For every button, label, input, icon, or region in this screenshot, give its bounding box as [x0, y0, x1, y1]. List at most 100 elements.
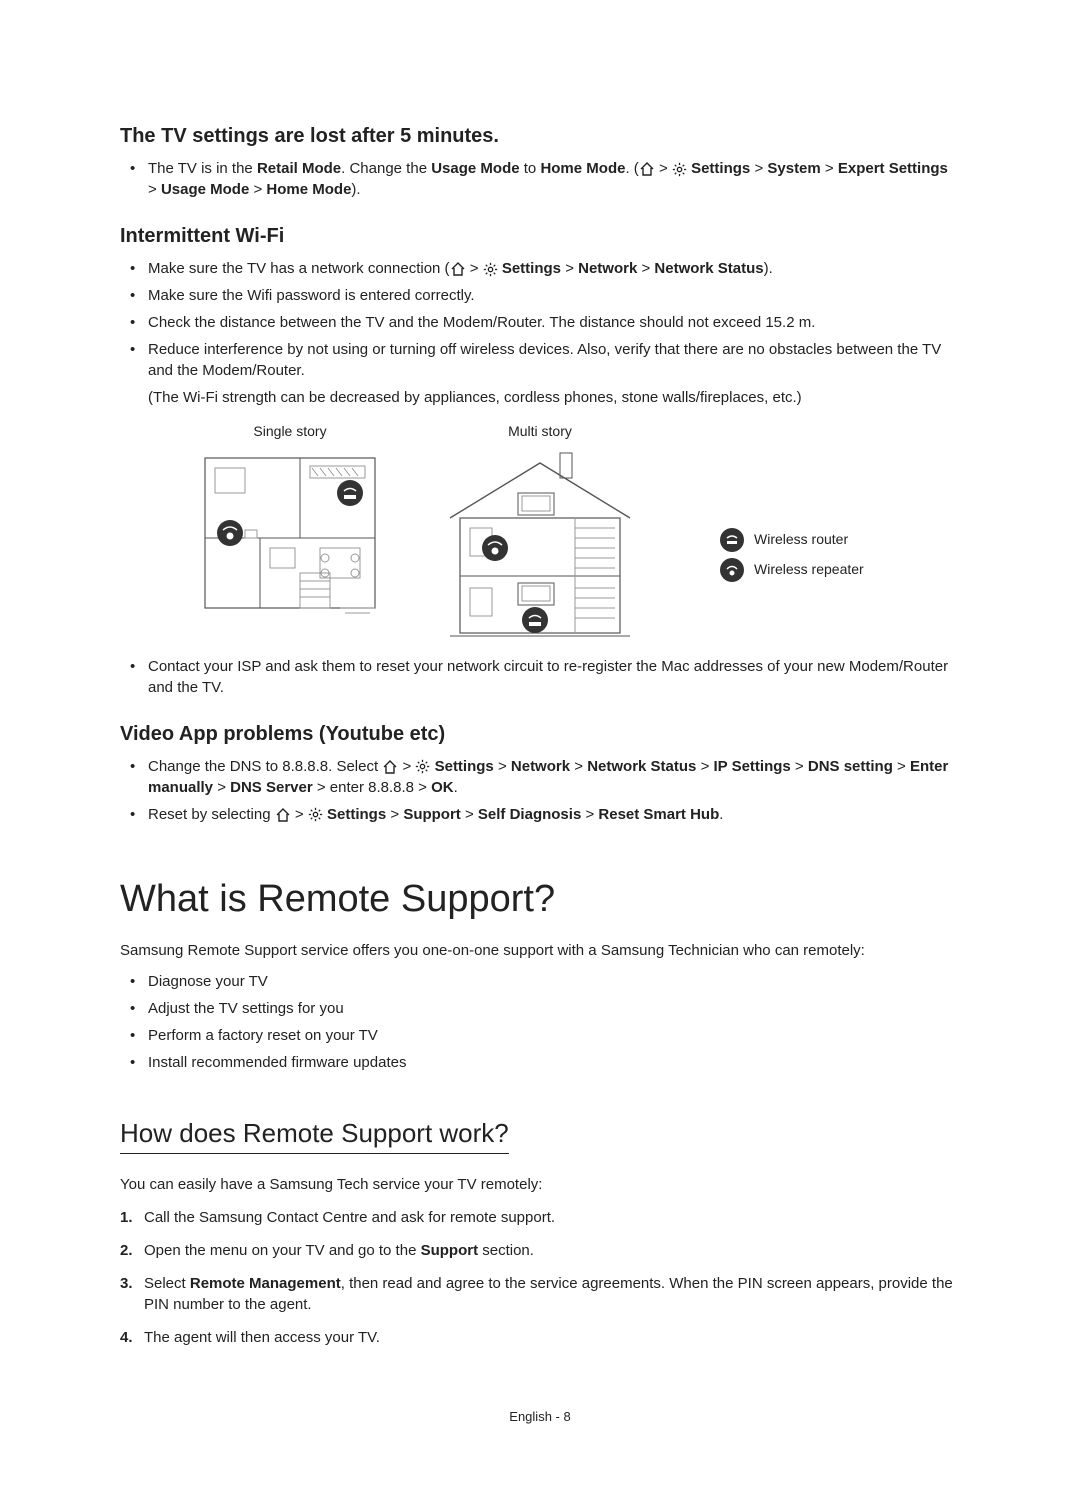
home-icon — [382, 760, 398, 774]
step: The agent will then access your TV. — [120, 1327, 960, 1348]
diagram-row: Single story — [200, 422, 960, 644]
path: Settings — [691, 160, 750, 177]
path: Support — [403, 806, 461, 823]
path: OK — [431, 779, 454, 796]
diagram-single-story: Single story — [200, 422, 380, 624]
text: > enter 8.8.8.8 > — [313, 779, 431, 796]
chevron: > — [659, 160, 668, 177]
chevron: > — [470, 260, 479, 277]
path: Expert Settings — [838, 160, 948, 177]
path: DNS Server — [230, 779, 313, 796]
chevron: > — [701, 758, 710, 775]
heading-intermittent-wifi: Intermittent Wi-Fi — [120, 222, 960, 250]
text: to — [520, 160, 541, 177]
steps-remote-support: Call the Samsung Contact Centre and ask … — [120, 1207, 960, 1348]
list-item: The TV is in the Retail Mode. Change the… — [138, 158, 960, 200]
chevron: > — [148, 181, 157, 198]
text-bold: Retail Mode — [257, 160, 341, 177]
chevron: > — [795, 758, 804, 775]
text: ). — [764, 260, 773, 277]
gear-icon — [415, 759, 430, 774]
heading-how-remote-support: How does Remote Support work? — [120, 1115, 509, 1154]
heading-video-app: Video App problems (Youtube etc) — [120, 720, 960, 748]
floorplan-single-icon — [200, 448, 380, 618]
repeater-icon — [720, 558, 744, 582]
path: Settings — [327, 806, 386, 823]
list-video-app: Change the DNS to 8.8.8.8. Select > Sett… — [120, 756, 960, 825]
chevron: > — [825, 160, 834, 177]
text: ). — [351, 181, 360, 198]
list-item: Make sure the TV has a network connectio… — [138, 258, 960, 279]
path: Home Mode — [266, 181, 351, 198]
router-icon — [720, 528, 744, 552]
text: The TV is in the — [148, 160, 257, 177]
diagram-multi-story: Multi story — [440, 422, 640, 644]
chevron: > — [641, 260, 650, 277]
list-item: Reduce interference by not using or turn… — [138, 339, 960, 408]
chevron: > — [295, 806, 304, 823]
text: . Change the — [341, 160, 431, 177]
chevron: > — [585, 806, 594, 823]
text-bold: Home Mode — [540, 160, 625, 177]
list-item: Reset by selecting > Settings > Support … — [138, 804, 960, 825]
chevron: > — [402, 758, 411, 775]
path: DNS setting — [808, 758, 893, 775]
path: Usage Mode — [161, 181, 249, 198]
text: . ( — [625, 160, 638, 177]
legend-label: Wireless router — [754, 530, 848, 550]
chevron: > — [574, 758, 583, 775]
path: System — [767, 160, 820, 177]
diagram-label: Single story — [200, 422, 380, 442]
intro-text: Samsung Remote Support service offers yo… — [120, 940, 960, 961]
text: . — [719, 806, 723, 823]
text: section. — [478, 1242, 534, 1259]
gear-icon — [672, 162, 687, 177]
heading-remote-support: What is Remote Support? — [120, 873, 960, 926]
path: IP Settings — [714, 758, 791, 775]
text-bold: Usage Mode — [431, 160, 519, 177]
legend-label: Wireless repeater — [754, 560, 864, 580]
home-icon — [450, 262, 466, 276]
note: (The Wi-Fi strength can be decreased by … — [148, 387, 960, 408]
list-item: Contact your ISP and ask them to reset y… — [138, 656, 960, 698]
step: Call the Samsung Contact Centre and ask … — [120, 1207, 960, 1228]
text: Select — [144, 1275, 190, 1292]
list-tv-settings: The TV is in the Retail Mode. Change the… — [120, 158, 960, 200]
list-item: Perform a factory reset on your TV — [138, 1025, 960, 1046]
chevron: > — [754, 160, 763, 177]
path: Reset Smart Hub — [598, 806, 719, 823]
legend-router: Wireless router — [720, 528, 864, 552]
path: Settings — [502, 260, 561, 277]
gear-icon — [308, 807, 323, 822]
list-wifi-cont: Contact your ISP and ask them to reset y… — [120, 656, 960, 698]
path: Self Diagnosis — [478, 806, 581, 823]
legend-repeater: Wireless repeater — [720, 558, 864, 582]
step: Select Remote Management, then read and … — [120, 1273, 960, 1315]
list-item: Make sure the Wifi password is entered c… — [138, 285, 960, 306]
list-item: Diagnose your TV — [138, 971, 960, 992]
chevron: > — [498, 758, 507, 775]
gear-icon — [483, 262, 498, 277]
intro-text: You can easily have a Samsung Tech servi… — [120, 1174, 960, 1195]
text-bold: Support — [421, 1242, 479, 1259]
chevron: > — [465, 806, 474, 823]
text: Reset by selecting — [148, 806, 275, 823]
path: Settings — [435, 758, 494, 775]
home-icon — [639, 162, 655, 176]
heading-tv-settings-lost: The TV settings are lost after 5 minutes… — [120, 122, 960, 150]
house-multi-icon — [440, 448, 640, 638]
chevron: > — [390, 806, 399, 823]
list-item: Check the distance between the TV and th… — [138, 312, 960, 333]
list-item: Install recommended firmware updates — [138, 1052, 960, 1073]
home-icon — [275, 808, 291, 822]
step: Open the menu on your TV and go to the S… — [120, 1240, 960, 1261]
path: Network — [511, 758, 570, 775]
list-item: Change the DNS to 8.8.8.8. Select > Sett… — [138, 756, 960, 798]
list-item: Adjust the TV settings for you — [138, 998, 960, 1019]
list-wifi: Make sure the TV has a network connectio… — [120, 258, 960, 408]
text: Change the DNS to 8.8.8.8. Select — [148, 758, 382, 775]
chevron: > — [217, 779, 226, 796]
text: Open the menu on your TV and go to the — [144, 1242, 421, 1259]
path: Network — [578, 260, 637, 277]
chevron: > — [897, 758, 906, 775]
